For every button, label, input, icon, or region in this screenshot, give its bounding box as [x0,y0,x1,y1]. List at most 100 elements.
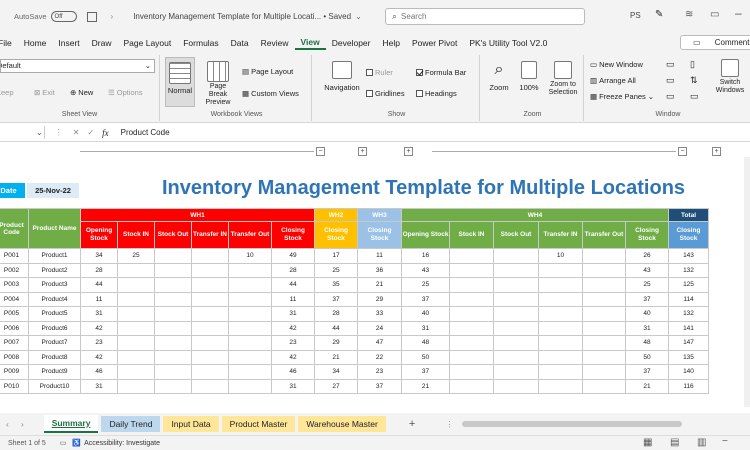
wh1-cell[interactable] [117,320,155,336]
wh4-cell[interactable] [582,262,626,278]
product-name-cell[interactable]: Product6 [28,320,81,336]
wh1-cell[interactable] [154,306,192,322]
zoom-out-icon[interactable]: − [722,436,728,447]
wh1-cell[interactable]: 31 [271,306,315,322]
wh2-closing-cell[interactable]: 21 [314,349,358,365]
wh1-cell[interactable]: 44 [271,277,315,293]
sheet-tab-product-master[interactable]: Product Master [221,416,296,432]
wh4-cell[interactable]: 31 [401,320,450,336]
wh1-closing-header[interactable]: Closing Stock [271,221,315,249]
wh4-cell[interactable] [493,364,539,380]
new-sheet-view-button[interactable]: ⊕ New [70,88,93,97]
total-closing-cell[interactable]: 116 [668,378,709,394]
product-code-cell[interactable]: P005 [0,306,29,322]
wh4-cell[interactable]: 10 [538,248,583,264]
wh4-cell[interactable] [449,277,494,293]
wh2-closing-cell[interactable]: 35 [314,277,358,293]
wh1-cell[interactable] [154,277,192,293]
search-box[interactable]: ⌕ Search [385,8,585,25]
wh4-cell[interactable] [582,364,626,380]
sync-scroll-icon[interactable]: ⇅ [690,75,698,86]
name-box-chevron-icon[interactable]: ⌄ [36,128,43,137]
wh1-cell[interactable] [191,349,229,365]
wh4-cell[interactable] [493,335,539,351]
sheet-tab-daily-trend[interactable]: Daily Trend [101,416,161,432]
wh1-cell[interactable]: 42 [80,320,118,336]
wh2-closing-cell[interactable]: 44 [314,320,358,336]
minimize-icon[interactable]: – [735,6,742,20]
wh4-cell[interactable]: 25 [401,277,450,293]
wh4-cell[interactable] [538,320,583,336]
switch-windows-button[interactable]: Switch Windows [712,59,748,95]
side-by-side-icon[interactable]: ▯ [690,59,695,70]
page-layout-status-icon[interactable]: ▤ [670,437,679,448]
wh4-cell[interactable] [493,291,539,307]
wh3-closing-cell[interactable]: 33 [357,306,402,322]
wh4-cell[interactable]: 21 [625,378,669,394]
total-closing-cell[interactable]: 140 [668,364,709,380]
tab-page-layout[interactable]: Page Layout [118,38,178,48]
page-break-button[interactable]: Page Break Preview [200,57,236,107]
tab-view[interactable]: View [294,37,326,50]
header-total[interactable]: Total [668,208,709,222]
add-sheet-icon[interactable]: + [409,418,415,430]
wh2-closing-cell[interactable]: 17 [314,248,358,264]
wh4-cell[interactable]: 43 [625,262,669,278]
custom-views-button[interactable]: ▦ Custom Views [242,89,299,98]
hide-icon[interactable]: ▭ [666,75,675,86]
header-wh3[interactable]: WH3 [357,208,402,222]
product-code-cell[interactable]: P008 [0,349,29,365]
wh3-closing-cell[interactable]: 23 [357,364,402,380]
product-name-cell[interactable]: Product1 [28,248,81,264]
next-sheet-icon[interactable]: › [21,419,24,429]
sheet-tab-warehouse-master[interactable]: Warehouse Master [298,416,386,432]
wh1-cell[interactable] [228,306,272,322]
wh3-closing-cell[interactable]: 24 [357,320,402,336]
wh4-cell[interactable] [449,335,494,351]
total-closing-cell[interactable]: 114 [668,291,709,307]
header-product-code[interactable]: Product Code [0,208,29,249]
collapse-wh2-button[interactable]: + [358,147,367,156]
wh4-cell[interactable]: 37 [625,291,669,307]
wh3-closing-header[interactable]: Closing Stock [357,221,402,249]
wh3-closing-cell[interactable]: 22 [357,349,402,365]
total-closing-cell[interactable]: 125 [668,277,709,293]
wh1-cell[interactable] [191,262,229,278]
page-layout-button[interactable]: ▤ Page Layout [242,67,293,76]
tab-power-pivot[interactable]: Power Pivot [406,38,463,48]
wh4-cell[interactable]: 40 [625,306,669,322]
wh1-cell[interactable]: 46 [80,364,118,380]
wh4-cell[interactable] [493,349,539,365]
zoom-to-selection-button[interactable]: Zoom to Selection [544,61,582,97]
wh1-cell[interactable] [117,277,155,293]
wh3-closing-cell[interactable]: 47 [357,335,402,351]
wh3-closing-cell[interactable]: 21 [357,277,402,293]
wh1-stock-out-header[interactable]: Stock Out [154,221,192,249]
wh1-cell[interactable] [191,291,229,307]
freeze-panes-button[interactable]: ▦ Freeze Panes ⌄ [590,92,654,101]
collapse-wh4-button[interactable]: − [678,147,687,156]
wh1-cell[interactable] [117,335,155,351]
total-closing-cell[interactable]: 132 [668,262,709,278]
tab-draw[interactable]: Draw [86,38,118,48]
total-closing-cell[interactable]: 143 [668,248,709,264]
wh4-cell[interactable]: 50 [401,349,450,365]
wh1-cell[interactable] [117,364,155,380]
wh1-cell[interactable] [191,335,229,351]
wh1-cell[interactable] [117,378,155,394]
wh4-cell[interactable] [538,335,583,351]
wh1-cell[interactable] [228,335,272,351]
wh4-transfer-in-header[interactable]: Transfer IN [538,221,583,249]
tab-home[interactable]: Home [18,38,53,48]
collapse-total-button[interactable]: + [712,147,721,156]
total-closing-cell[interactable]: 132 [668,306,709,322]
wh1-cell[interactable] [228,378,272,394]
reset-position-icon[interactable]: ▭ [690,91,699,102]
vertical-scrollbar[interactable] [744,157,750,407]
more-icon[interactable]: › [111,12,114,21]
ruler-checkbox[interactable]: Ruler [366,68,393,77]
wh1-cell[interactable] [228,364,272,380]
zoom-100-button[interactable]: 100% [516,61,542,92]
product-code-cell[interactable]: P003 [0,277,29,293]
tab-options-icon[interactable]: ⋮ [445,419,454,430]
